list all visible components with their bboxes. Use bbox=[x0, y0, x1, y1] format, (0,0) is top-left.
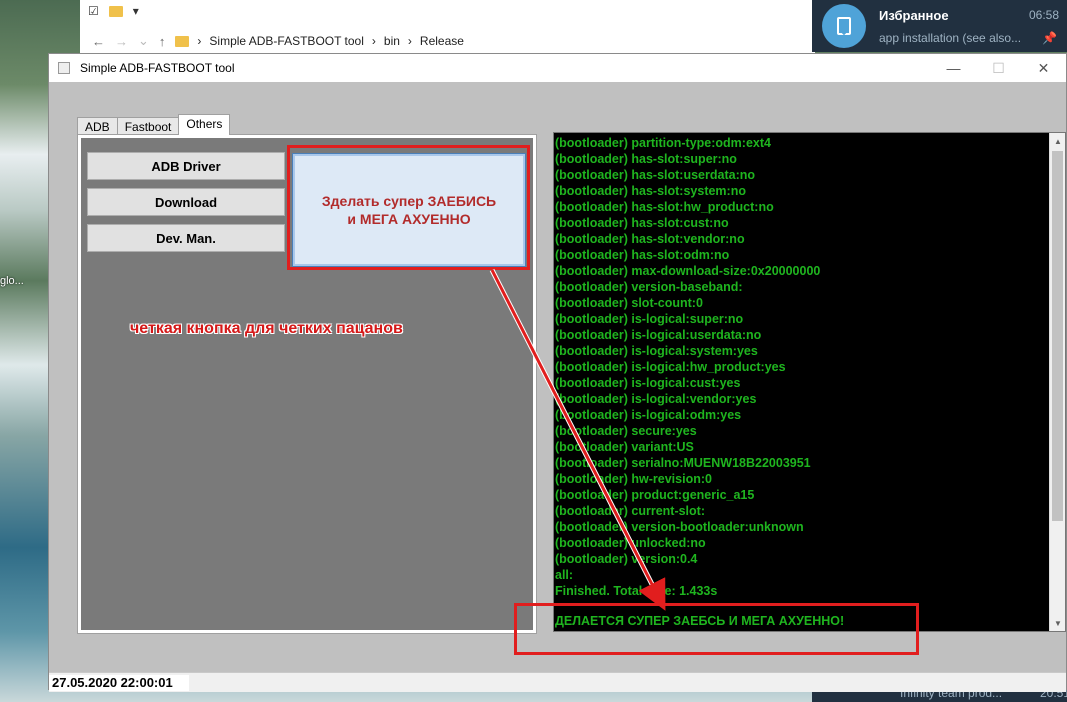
device-manager-button[interactable]: Dev. Man. bbox=[87, 224, 285, 252]
maximize-icon[interactable]: ☐ bbox=[976, 54, 1021, 82]
pin-icon: 📌 bbox=[1042, 31, 1057, 45]
minimize-icon[interactable]: — bbox=[931, 54, 976, 82]
breadcrumb-item-bin[interactable]: bin bbox=[384, 34, 400, 48]
window-title: Simple ADB-FASTBOOT tool bbox=[80, 61, 235, 75]
console-line: (bootloader) is-logical:vendor:yes bbox=[555, 392, 757, 406]
tab-strip: ADB Fastboot Others bbox=[77, 114, 231, 135]
breadcrumb: › Simple ADB-FASTBOOT tool › bin › Relea… bbox=[175, 34, 464, 48]
chat-preview: app installation (see also... bbox=[879, 31, 1022, 45]
breadcrumb-separator-icon: › bbox=[197, 34, 202, 48]
annotation-text: четкая кнопка для четких пацанов bbox=[130, 320, 403, 337]
quick-access-toolbar: ☑ ▾ bbox=[80, 0, 815, 22]
console-line: (bootloader) is-logical:system:yes bbox=[555, 344, 758, 358]
console-line: Finished. Total time: 1.433s bbox=[555, 584, 718, 598]
explorer-window: ☑ ▾ ← → ⌄ ↑ › Simple ADB-FASTBOOT tool ›… bbox=[80, 0, 815, 56]
console-line: (bootloader) version-bootloader:unknown bbox=[555, 520, 804, 534]
scroll-thumb[interactable] bbox=[1052, 151, 1063, 521]
customize-toolbar-icon[interactable]: ▾ bbox=[133, 4, 139, 18]
properties-icon[interactable]: ☑ bbox=[88, 4, 99, 18]
chat-time: 06:58 bbox=[1028, 8, 1059, 22]
console-line: (bootloader) has-slot:hw_product:no bbox=[555, 200, 774, 214]
console-line: (bootloader) is-logical:super:no bbox=[555, 312, 744, 326]
console-lines: (bootloader) partition-type:odm:ext4 (boo… bbox=[554, 133, 1049, 629]
console-line: (bootloader) has-slot:system:no bbox=[555, 184, 746, 198]
console-line: (bootloader) current-slot: bbox=[555, 504, 705, 518]
up-arrow-icon[interactable]: ↑ bbox=[159, 34, 166, 49]
console-line: (bootloader) variant:US bbox=[555, 440, 694, 454]
breadcrumb-separator-icon: › bbox=[407, 34, 412, 48]
tab-others[interactable]: Others bbox=[178, 114, 231, 135]
window-controls: — ☐ ✕ bbox=[931, 54, 1066, 82]
console-output[interactable]: (bootloader) partition-type:odm:ext4 (boo… bbox=[553, 132, 1066, 632]
title-bar[interactable]: Simple ADB-FASTBOOT tool — ☐ ✕ bbox=[49, 54, 1066, 82]
desktop-icon-label[interactable]: glo... bbox=[0, 275, 40, 287]
tab-fastboot[interactable]: Fastboot bbox=[116, 117, 180, 135]
console-line: (bootloader) unlocked:no bbox=[555, 536, 706, 550]
back-arrow-icon[interactable]: ← bbox=[92, 34, 105, 49]
tab-adb[interactable]: ADB bbox=[77, 117, 118, 135]
recent-chevron-icon[interactable]: ⌄ bbox=[138, 33, 149, 49]
chat-name: Избранное bbox=[879, 8, 949, 23]
console-line: (bootloader) secure:yes bbox=[555, 424, 697, 438]
console-line: (bootloader) version-baseband: bbox=[555, 280, 743, 294]
forward-arrow-icon[interactable]: → bbox=[115, 34, 128, 49]
console-line: (bootloader) is-logical:userdata:no bbox=[555, 328, 762, 342]
console-line: (bootloader) slot-count:0 bbox=[555, 296, 703, 310]
console-line: (bootloader) is-logical:hw_product:yes bbox=[555, 360, 786, 374]
new-folder-icon[interactable] bbox=[108, 5, 123, 17]
breadcrumb-item-release[interactable]: Release bbox=[420, 34, 464, 48]
breadcrumb-item-tool[interactable]: Simple ADB-FASTBOOT tool bbox=[209, 34, 364, 48]
annotation-box-console bbox=[514, 603, 919, 655]
console-line: (bootloader) serialno:MUENW18B22003951 bbox=[555, 456, 811, 470]
close-icon[interactable]: ✕ bbox=[1021, 54, 1066, 82]
console-line: (bootloader) has-slot:cust:no bbox=[555, 216, 729, 230]
app-window: Simple ADB-FASTBOOT tool — ☐ ✕ ADB Fastb… bbox=[48, 53, 1067, 692]
console-line: (bootloader) has-slot:super:no bbox=[555, 152, 737, 166]
console-line: (bootloader) product:generic_a15 bbox=[555, 488, 755, 502]
saved-messages-avatar bbox=[822, 4, 866, 48]
console-line: (bootloader) max-download-size:0x2000000… bbox=[555, 264, 821, 278]
folder-icon bbox=[175, 35, 190, 47]
console-scrollbar[interactable]: ▲ ▼ bbox=[1049, 133, 1065, 631]
scroll-down-icon[interactable]: ▼ bbox=[1050, 615, 1065, 631]
adb-driver-button[interactable]: ADB Driver bbox=[87, 152, 285, 180]
download-button[interactable]: Download bbox=[87, 188, 285, 216]
console-line: (bootloader) partition-type:odm:ext4 bbox=[555, 136, 771, 150]
app-icon bbox=[58, 62, 70, 74]
bookmark-icon bbox=[837, 17, 851, 35]
telegram-notification[interactable]: Избранное 06:58 app installation (see al… bbox=[812, 0, 1067, 52]
console-line: (bootloader) has-slot:userdata:no bbox=[555, 168, 756, 182]
breadcrumb-separator-icon: › bbox=[371, 34, 376, 48]
console-line: (bootloader) is-logical:odm:yes bbox=[555, 408, 742, 422]
console-line: all: bbox=[555, 568, 574, 582]
console-line: (bootloader) has-slot:odm:no bbox=[555, 248, 730, 262]
console-line: (bootloader) version:0.4 bbox=[555, 552, 698, 566]
annotation-box-button bbox=[287, 145, 530, 270]
console-line: (bootloader) has-slot:vendor:no bbox=[555, 232, 745, 246]
console-line: (bootloader) hw-revision:0 bbox=[555, 472, 712, 486]
console-line: (bootloader) is-logical:cust:yes bbox=[555, 376, 741, 390]
scroll-up-icon[interactable]: ▲ bbox=[1050, 133, 1065, 149]
status-bar: 27.05.2020 22:00:01 bbox=[49, 672, 1066, 692]
address-bar: ← → ⌄ ↑ › Simple ADB-FASTBOOT tool › bin… bbox=[80, 28, 815, 54]
status-timestamp: 27.05.2020 22:00:01 bbox=[49, 675, 189, 691]
